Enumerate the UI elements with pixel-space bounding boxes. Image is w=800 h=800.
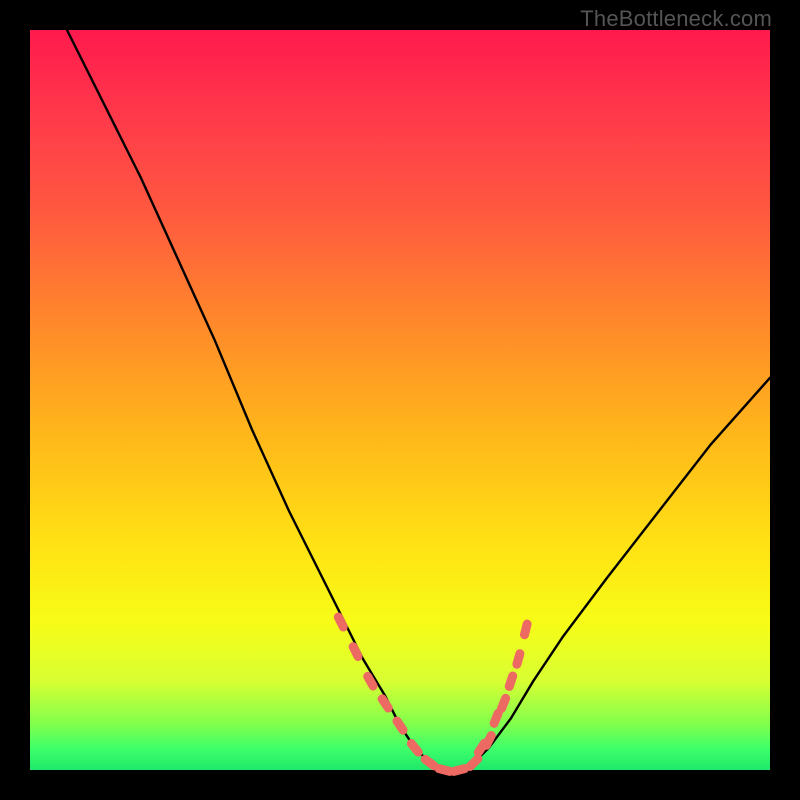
marker-capsule bbox=[496, 692, 512, 714]
curve-svg bbox=[30, 30, 770, 770]
watermark-text: TheBottleneck.com bbox=[580, 6, 772, 32]
marker-capsule bbox=[391, 715, 410, 737]
marker-capsule bbox=[511, 648, 525, 670]
marker-capsule bbox=[332, 611, 349, 633]
marker-capsule bbox=[504, 670, 519, 692]
plot-area bbox=[30, 30, 770, 770]
marker-capsule bbox=[347, 641, 364, 663]
highlight-markers bbox=[332, 611, 532, 777]
bottleneck-curve-path bbox=[67, 30, 770, 770]
bottleneck-curve bbox=[67, 30, 770, 770]
chart-frame: TheBottleneck.com bbox=[0, 0, 800, 800]
marker-capsule bbox=[519, 619, 533, 641]
